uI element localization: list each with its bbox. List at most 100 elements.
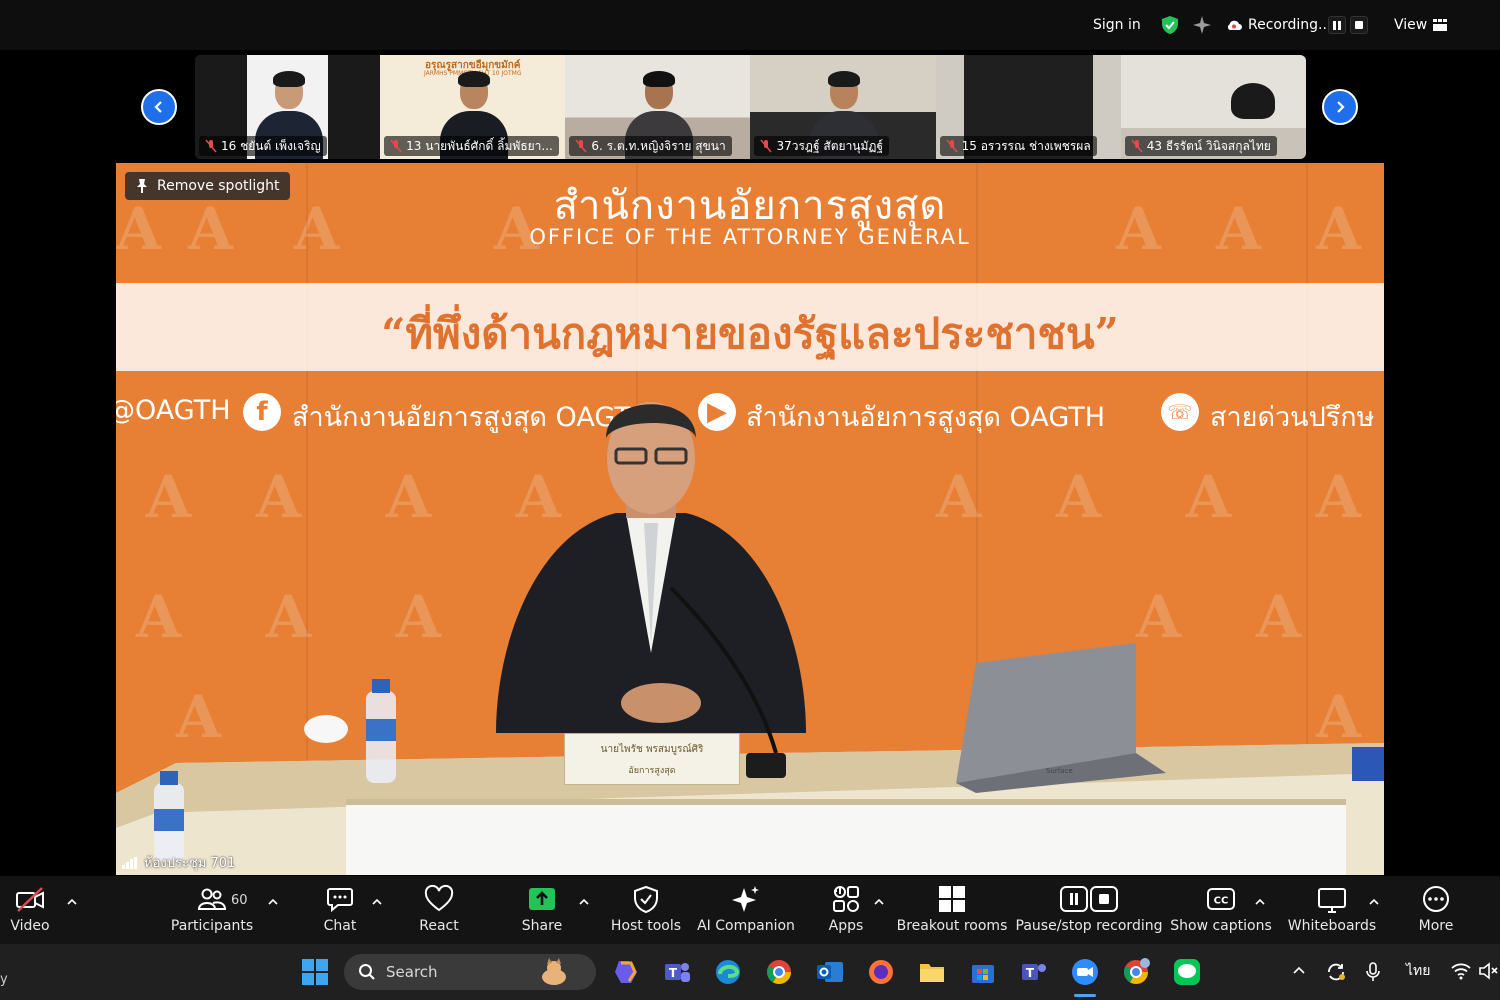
show-captions-label: Show captions: [1170, 918, 1272, 934]
banner-subtitle: OFFICE OF THE ATTORNEY GENERAL: [529, 225, 971, 249]
taskbar-search-box[interactable]: [344, 954, 596, 990]
cloud-record-icon: [1227, 20, 1242, 30]
next-page-button[interactable]: [1322, 89, 1358, 125]
recording-label: Recording...: [1248, 17, 1332, 33]
pause-stop-recording-button[interactable]: Pause/stop recording: [1016, 884, 1162, 942]
social-handle-text: @OAGTH: [116, 395, 231, 426]
edge-browser-icon[interactable]: [713, 957, 743, 987]
laptop-brand-text: Surface: [1046, 767, 1073, 775]
whiteboards-button[interactable]: Whiteboards: [1288, 884, 1376, 942]
heart-icon: [424, 884, 454, 912]
chat-button[interactable]: Chat: [320, 884, 360, 942]
file-explorer-icon[interactable]: [917, 957, 947, 987]
whiteboard-icon: [1318, 888, 1346, 913]
share-screen-icon: [529, 888, 555, 910]
copilot-icon[interactable]: [611, 957, 641, 987]
hotline-text: สายด่วนปรึกษ: [1210, 402, 1375, 433]
react-button[interactable]: React: [418, 884, 460, 942]
share-options-caret[interactable]: [578, 896, 590, 908]
pause-stop-recording-label: Pause/stop recording: [1015, 918, 1163, 934]
host-tools-button[interactable]: Host tools: [610, 884, 682, 942]
sign-in-link[interactable]: Sign in: [1093, 14, 1141, 36]
mic-muted-icon: [946, 139, 958, 153]
microsoft-store-icon[interactable]: [968, 957, 998, 987]
video-label: Video: [10, 918, 50, 934]
share-button[interactable]: Share: [520, 884, 564, 942]
participants-options-caret[interactable]: [267, 896, 279, 908]
view-menu-button[interactable]: View: [1394, 14, 1448, 36]
breakout-rooms-button[interactable]: Breakout rooms: [897, 884, 1007, 942]
search-icon: [359, 964, 375, 980]
recording-status[interactable]: Recording...: [1226, 14, 1331, 36]
participant-tile[interactable]: 37วรฎฐ์ สัตยานุมัฏฐ์: [750, 55, 936, 159]
participant-name: 16 ชยันต์ เพ็งเจริญ: [221, 139, 321, 153]
stop-recording-button[interactable]: [1350, 16, 1368, 34]
desk-equipment: [1352, 747, 1384, 781]
participant-tile[interactable]: 15 อรวรรณ ช่างเพชรผล: [935, 55, 1121, 159]
participant-tile[interactable]: 43 ธีรรัตน์ วินิจสกุลไทย: [1120, 55, 1306, 159]
participant-name: 37วรฎฐ์ สัตยานุมัฏฐ์: [776, 139, 884, 153]
whiteboards-label: Whiteboards: [1287, 918, 1377, 934]
mic-muted-icon: [1131, 139, 1143, 153]
ai-sparkle-icon[interactable]: [1192, 14, 1212, 36]
video-off-icon: [16, 887, 44, 912]
ai-companion-label: AI Companion: [697, 918, 795, 934]
wifi-icon[interactable]: [1450, 962, 1472, 980]
share-label: Share: [521, 918, 563, 934]
teams-icon[interactable]: T: [662, 957, 692, 987]
svg-text:CC: CC: [1214, 896, 1229, 907]
ai-companion-button[interactable]: AI Companion: [697, 884, 795, 942]
participant-name-tag: 15 อรวรรณ ช่างเพชรผล: [939, 136, 1097, 156]
host-tools-label: Host tools: [610, 918, 682, 934]
more-button[interactable]: More: [1414, 884, 1458, 942]
pause-recording-button[interactable]: [1328, 16, 1346, 34]
participant-tile[interactable]: 16 ชยันต์ เพ็งเจริญ: [195, 55, 381, 159]
microphone-icon[interactable]: [1364, 961, 1382, 983]
remove-spotlight-button[interactable]: Remove spotlight: [125, 172, 290, 200]
windows-start-icon[interactable]: [300, 957, 330, 987]
spotlight-video[interactable]: A A A A A A A A A A A A A A A A A A A A …: [116, 163, 1384, 875]
search-input[interactable]: [386, 963, 536, 981]
show-captions-button[interactable]: CC Show captions: [1170, 884, 1272, 942]
ai-companion-sparkle-icon: [732, 886, 759, 912]
search-highlight-cat-icon: [542, 958, 566, 985]
more-label: More: [1418, 918, 1454, 934]
captions-options-caret[interactable]: [1254, 896, 1266, 908]
participant-tile[interactable]: อรุณรูสากขอืมุกขมักค์ JARMHS PMMOTH SHT …: [380, 55, 566, 159]
chat-options-caret[interactable]: [371, 896, 383, 908]
active-app-indicator: [1074, 994, 1096, 997]
input-language-indicator[interactable]: ไทย: [1406, 960, 1430, 982]
chat-icon: [327, 888, 353, 913]
participant-name-tag: 16 ชยันต์ เพ็งเจริญ: [199, 136, 327, 156]
speaker-volume-icon[interactable]: [1478, 962, 1498, 980]
chat-label: Chat: [323, 918, 357, 934]
slogan-text: “ที่พึ่งด้านกฎหมายของรัฐและประชาชน”: [381, 309, 1119, 358]
apps-label: Apps: [828, 918, 864, 934]
participant-tile[interactable]: 6. ร.ต.ท.หญิงจิราย สุขนา: [565, 55, 751, 159]
grid-view-icon: [1433, 19, 1448, 31]
zoom-app-icon[interactable]: [1070, 957, 1100, 987]
video-button[interactable]: Video: [8, 884, 52, 942]
video-options-caret[interactable]: [66, 896, 78, 908]
line-app-icon[interactable]: [1172, 957, 1202, 987]
chevron-up-icon[interactable]: [1292, 964, 1306, 978]
previous-page-button[interactable]: [141, 89, 177, 125]
outlook-icon[interactable]: [815, 957, 845, 987]
sync-icon[interactable]: [1325, 961, 1347, 983]
facebook-icon: f: [243, 393, 281, 431]
chevron-right-icon: [1337, 101, 1345, 113]
encryption-shield-icon[interactable]: [1160, 14, 1180, 36]
chrome-icon[interactable]: [764, 957, 794, 987]
firefox-icon[interactable]: [866, 957, 896, 987]
apps-options-caret[interactable]: [873, 896, 885, 908]
room-label: ห้องประชุม 701: [122, 852, 235, 873]
participant-name-tag: 6. ร.ต.ท.หญิงจิราย สุขนา: [569, 136, 732, 156]
mic-muted-icon: [205, 139, 217, 153]
chrome-profile-icon[interactable]: [1121, 957, 1151, 987]
teams-classic-icon[interactable]: T: [1019, 957, 1049, 987]
mic-muted-icon: [760, 139, 773, 153]
apps-button[interactable]: Apps: [826, 884, 866, 942]
breakout-rooms-icon: [939, 886, 965, 912]
whiteboards-options-caret[interactable]: [1368, 896, 1380, 908]
participant-name-tag: 43 ธีรรัตน์ วินิจสกุลไทย: [1124, 136, 1277, 156]
